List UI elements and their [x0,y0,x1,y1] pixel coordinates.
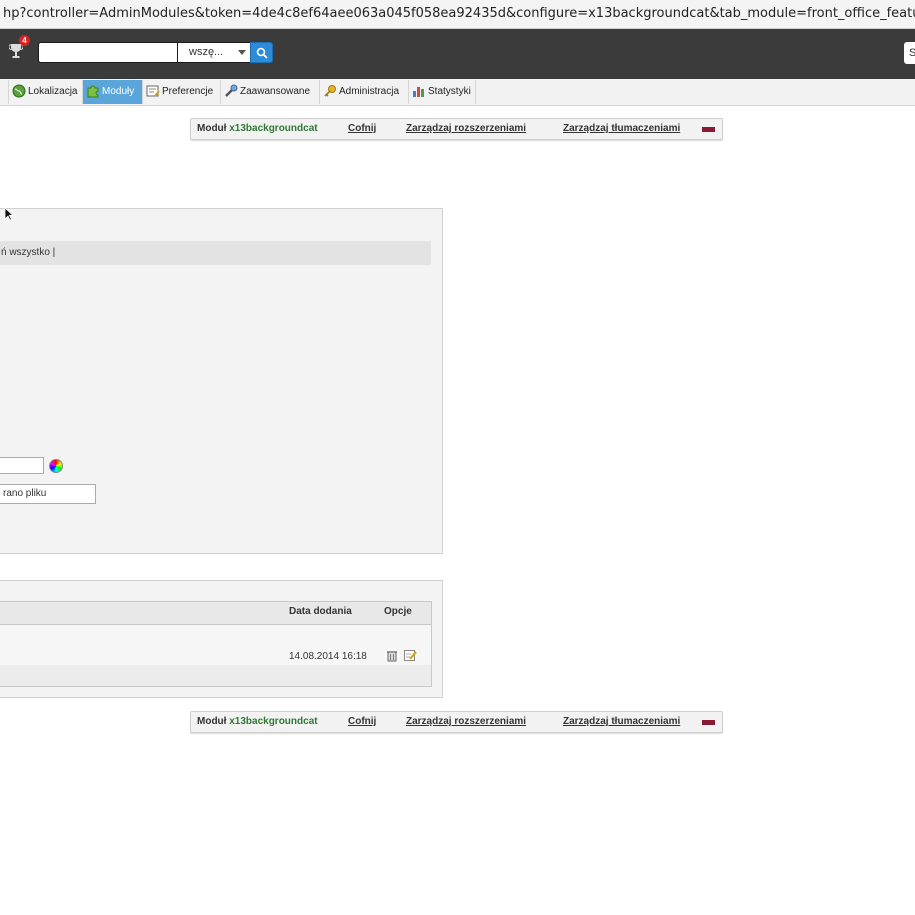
module-name: x13backgroundcat [229,716,318,727]
tab-label: Statystyki [428,86,471,97]
color-picker-icon[interactable] [49,459,63,473]
tab-label: Preferencje [162,86,214,97]
tab-preferencje[interactable]: Preferencje [142,80,220,104]
globe-icon [12,84,26,98]
entries-table: Data dodania Opcje 14.08.2014 16:18 [0,601,432,687]
module-name: x13backgroundcat [229,123,318,134]
language-flag-icon[interactable] [702,127,715,132]
config-panel: ń wszystko | rano pliku [0,208,443,554]
column-options: Opcje [384,606,412,617]
preferences-icon [146,85,160,97]
puzzle-icon [87,85,99,98]
back-link[interactable]: Cofnij [348,716,376,727]
manage-translations-link: Zarządzaj tłumaczeniami [563,123,681,134]
tab-statystyki[interactable]: Statystyki [408,80,476,104]
tab-label: Lokalizacja [28,86,78,97]
search-input[interactable] [38,42,178,63]
tab-zaawansowane[interactable]: Zaawansowane [220,80,319,104]
color-input[interactable] [0,457,44,474]
module-toolbar-top: Moduł x13backgroundcat Cofnij Zarządzaj … [190,118,723,140]
row-date-added: 14.08.2014 16:18 [289,651,367,662]
manage-hooks-link[interactable]: Zarządzaj rozszerzeniami [406,716,526,727]
address-bar-url: hp?controller=AdminModules&token=4de4c8e… [3,6,915,21]
edit-icon[interactable] [404,649,417,662]
manage-hooks-link[interactable]: Zarządzaj rozszerzeniami [406,123,526,134]
column-date-added: Data dodania [289,606,352,617]
manage-translations-link: Zarządzaj tłumaczeniami [563,716,681,727]
category-filter-strip: ń wszystko | [0,241,431,265]
search-button[interactable] [250,42,273,63]
tab-moduly[interactable]: Moduły [82,80,142,104]
table-header: Data dodania Opcje [0,602,431,625]
tab-lokalizacja[interactable]: Lokalizacja [8,80,82,104]
header-right-button[interactable]: S [904,42,915,64]
file-input[interactable]: rano pliku [0,484,96,504]
tab-label: Administracja [339,86,400,97]
table-row: 14.08.2014 16:18 [0,625,431,665]
module-title: Moduł x13backgroundcat [197,716,318,727]
file-input-status: rano pliku [3,488,47,499]
back-link[interactable]: Cofnij [348,123,376,134]
tab-administracja[interactable]: Administracja [319,80,408,104]
search-scope-select[interactable]: wszę... [178,42,250,63]
notification-badge: 4 [19,35,30,46]
address-bar[interactable]: hp?controller=AdminModules&token=4de4c8e… [0,0,915,29]
trophy-icon[interactable] [9,43,23,59]
search-scope-value: wszę... [189,46,224,58]
stats-icon [413,87,424,98]
chevron-down-icon [238,50,246,55]
module-toolbar-bottom: Moduł x13backgroundcat Cofnij Zarządzaj … [190,711,723,733]
language-flag-icon[interactable] [702,720,715,725]
tab-label: Zaawansowane [240,86,311,97]
admin-header: 4 wszę... S [0,29,915,79]
select-all-link[interactable]: ń wszystko | [1,247,55,258]
module-title: Moduł x13backgroundcat [197,123,318,134]
list-panel: Data dodania Opcje 14.08.2014 16:18 [0,580,443,698]
delete-icon[interactable] [387,650,397,662]
wrench-icon [225,84,238,98]
mouse-cursor-icon [4,207,14,221]
tab-label: Moduły [102,86,135,97]
search-icon [256,47,268,59]
key-icon [324,85,336,97]
main-menu: Lokalizacja Moduły Preferencje Zaawansow… [0,79,915,106]
